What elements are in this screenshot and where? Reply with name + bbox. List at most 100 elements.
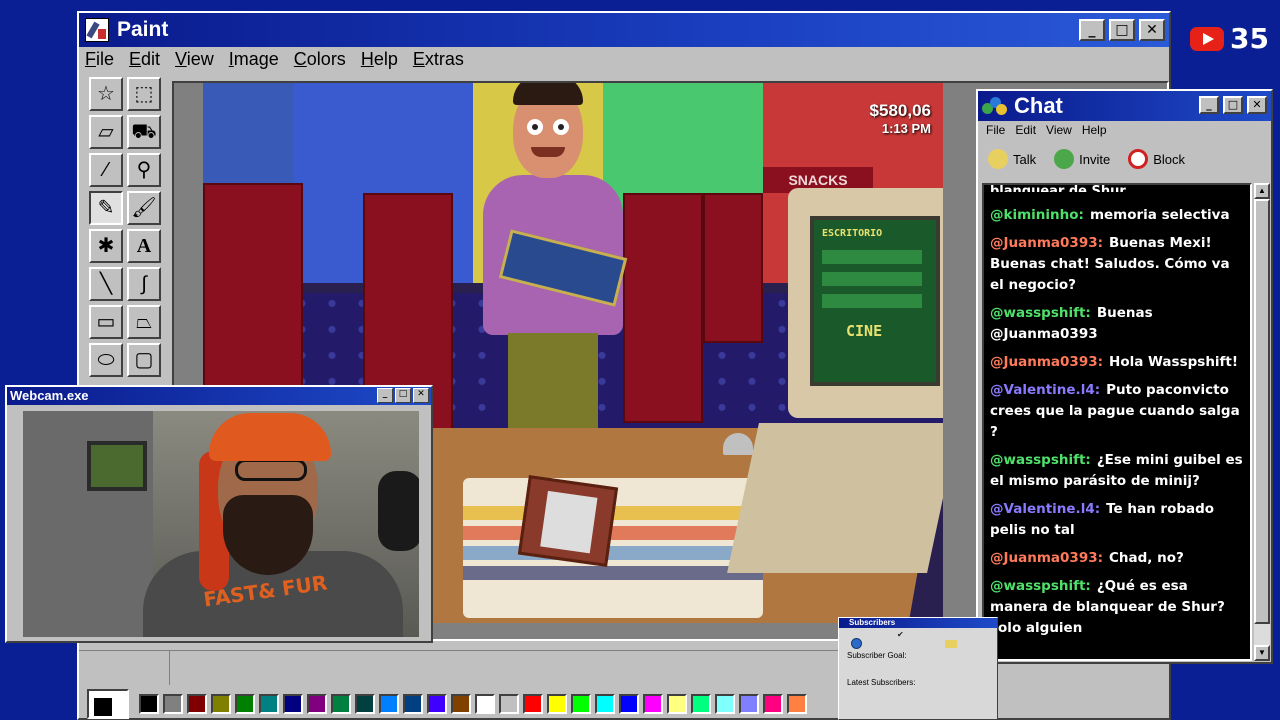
webcam-minimize-button[interactable]: _	[377, 388, 393, 403]
palette-swatch[interactable]	[475, 694, 495, 714]
palette-swatch[interactable]	[331, 694, 351, 714]
chat-username[interactable]: @Juanma0393:	[990, 354, 1103, 370]
webcam-window: Webcam.exe _ □ ✕ FAST& FUR	[5, 385, 433, 643]
menu-view[interactable]: View	[175, 49, 214, 73]
register-screen: ESCRITORIO CINE	[810, 216, 940, 386]
palette-swatch[interactable]	[787, 694, 807, 714]
scroll-up-icon[interactable]: ▲	[1254, 183, 1270, 199]
palette-swatch[interactable]	[499, 694, 519, 714]
chat-title-bar[interactable]: Chat _ □ ✕	[978, 91, 1271, 121]
chat-message: @Juanma0393: Chad, no?	[990, 548, 1246, 569]
palette-swatch[interactable]	[619, 694, 639, 714]
paint-title: Paint	[117, 18, 169, 41]
palette-swatch[interactable]	[571, 694, 591, 714]
chat-menu-view[interactable]: View	[1046, 123, 1072, 137]
magnifier-icon[interactable]: ⚲	[127, 153, 161, 187]
palette-swatch[interactable]	[355, 694, 375, 714]
menu-colors[interactable]: Colors	[294, 49, 346, 73]
palette-swatch[interactable]	[691, 694, 711, 714]
palette-swatch[interactable]	[187, 694, 207, 714]
current-colors[interactable]	[87, 689, 129, 719]
customer-eye-right	[553, 119, 569, 135]
minimize-button[interactable]: _	[1079, 19, 1105, 41]
scroll-thumb[interactable]	[1254, 199, 1270, 624]
palette-swatch[interactable]	[739, 694, 759, 714]
palette-swatch[interactable]	[259, 694, 279, 714]
chat-text: Chad, no?	[1109, 550, 1184, 566]
curve-icon[interactable]: ∫	[127, 267, 161, 301]
palette-swatch[interactable]	[763, 694, 783, 714]
block-button[interactable]: Block	[1128, 149, 1185, 169]
rect-select-icon[interactable]: ⬚	[127, 77, 161, 111]
chat-username[interactable]: @Juanma0393:	[990, 235, 1103, 251]
palette-swatch[interactable]	[715, 694, 735, 714]
chat-scrollbar[interactable]: ▲ ▼	[1254, 183, 1270, 661]
chat-menu-help[interactable]: Help	[1082, 123, 1107, 137]
block-label: Block	[1153, 151, 1185, 167]
menu-file[interactable]: File	[85, 49, 114, 73]
palette-swatch[interactable]	[451, 694, 471, 714]
subscribers-title: Subscribers	[839, 618, 997, 628]
menu-edit[interactable]: Edit	[129, 49, 160, 73]
chat-menu-file[interactable]: File	[986, 123, 1005, 137]
polygon-icon[interactable]: ⏢	[127, 305, 161, 339]
chat-username[interactable]: @wasspshift:	[990, 452, 1091, 468]
register-monitor[interactable]: ESCRITORIO CINE	[788, 188, 943, 418]
ellipse-icon[interactable]: ⬭	[89, 343, 123, 377]
palette-swatch[interactable]	[379, 694, 399, 714]
palette-swatch[interactable]	[427, 694, 447, 714]
chat-username[interactable]: @Valentine.l4:	[990, 501, 1100, 517]
palette-swatch[interactable]	[283, 694, 303, 714]
chat-username[interactable]: @Juanma0393:	[990, 550, 1103, 566]
text-icon[interactable]: A	[127, 229, 161, 263]
chat-username[interactable]: @wasspshift:	[990, 578, 1091, 594]
invite-button[interactable]: Invite	[1054, 149, 1110, 169]
chat-minimize-button[interactable]: _	[1199, 96, 1219, 114]
chat-username[interactable]: @wasspshift:	[990, 305, 1091, 321]
color-picker-icon[interactable]: ⁄	[89, 153, 123, 187]
screen-title: CINE	[846, 322, 883, 340]
palette-swatch[interactable]	[139, 694, 159, 714]
service-bell[interactable]	[723, 433, 753, 455]
chat-username[interactable]: @Valentine.l4:	[990, 382, 1100, 398]
close-button[interactable]: ✕	[1139, 19, 1165, 41]
webcam-maximize-button[interactable]: □	[395, 388, 411, 403]
chat-username[interactable]: @kimininho:	[990, 207, 1084, 223]
paint-title-bar[interactable]: Paint _ □ ✕	[79, 13, 1169, 47]
scroll-down-icon[interactable]: ▼	[1254, 645, 1270, 661]
chat-menu-edit[interactable]: Edit	[1015, 123, 1036, 137]
pencil-icon[interactable]: ✎	[89, 191, 123, 225]
palette-swatch[interactable]	[307, 694, 327, 714]
talk-button[interactable]: Talk	[988, 149, 1036, 169]
chat-message-list[interactable]: blanquear de Shur @kimininho: memoria sel…	[982, 183, 1252, 661]
chat-close-button[interactable]: ✕	[1247, 96, 1267, 114]
palette-swatch[interactable]	[667, 694, 687, 714]
menu-image[interactable]: Image	[229, 49, 279, 73]
palette-swatch[interactable]	[211, 694, 231, 714]
mat-stripe-blue	[463, 546, 763, 560]
webcam-close-button[interactable]: ✕	[413, 388, 429, 403]
chat-menubar: File Edit View Help	[986, 123, 1107, 137]
rectangle-icon[interactable]: ▭	[89, 305, 123, 339]
vhs-tape[interactable]	[517, 475, 619, 567]
brush-icon[interactable]: 🖌	[127, 191, 161, 225]
menu-help[interactable]: Help	[361, 49, 398, 73]
palette-swatch[interactable]	[595, 694, 615, 714]
menu-extras[interactable]: Extras	[413, 49, 464, 73]
line-icon[interactable]: ╲	[89, 267, 123, 301]
palette-swatch[interactable]	[235, 694, 255, 714]
palette-swatch[interactable]	[523, 694, 543, 714]
webcam-title-bar[interactable]: Webcam.exe _ □ ✕	[7, 387, 431, 405]
palette-swatch[interactable]	[403, 694, 423, 714]
palette-swatch[interactable]	[643, 694, 663, 714]
rounded-rect-icon[interactable]: ▢	[127, 343, 161, 377]
eraser-icon[interactable]: ▱	[89, 115, 123, 149]
chat-maximize-button[interactable]: □	[1223, 96, 1243, 114]
maximize-button[interactable]: □	[1109, 19, 1135, 41]
palette-swatch[interactable]	[163, 694, 183, 714]
webcam-title: Webcam.exe	[10, 388, 89, 403]
fill-icon[interactable]: ⛟	[127, 115, 161, 149]
free-select-icon[interactable]: ☆	[89, 77, 123, 111]
airbrush-icon[interactable]: ✱	[89, 229, 123, 263]
palette-swatch[interactable]	[547, 694, 567, 714]
